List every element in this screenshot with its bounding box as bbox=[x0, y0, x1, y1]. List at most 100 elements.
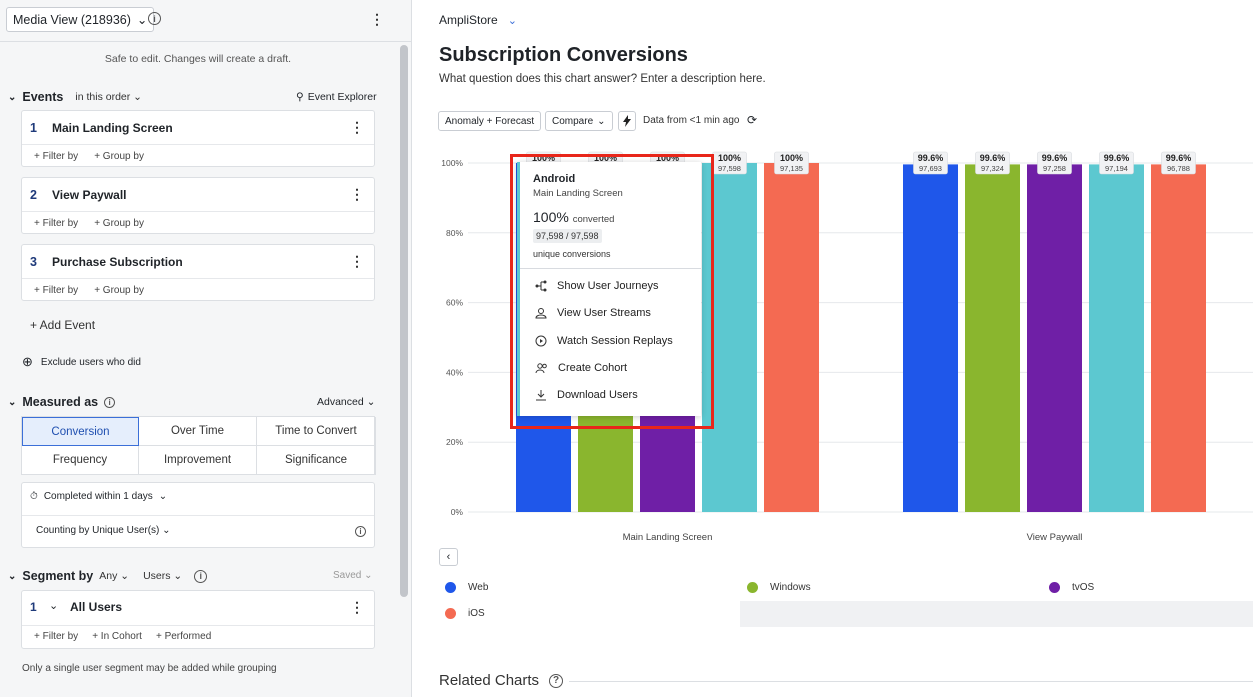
exclude-users-button[interactable]: ⊕ Exclude users who did bbox=[22, 354, 141, 370]
counting-selector[interactable]: Counting by Unique User(s) ⌄ bbox=[36, 525, 171, 536]
bar-ios-main-landing[interactable] bbox=[764, 163, 819, 512]
more-options-icon[interactable]: ⋮ bbox=[350, 186, 364, 203]
event-card[interactable]: 1 Main Landing Screen ⋮ + Filter by + Gr… bbox=[21, 110, 375, 167]
filter-by-button[interactable]: + Filter by bbox=[34, 151, 78, 162]
info-icon[interactable]: i bbox=[194, 569, 208, 583]
completed-within-selector[interactable]: ⏱ Completed within 1 days ⌄ bbox=[30, 491, 167, 502]
performed-button[interactable]: + Performed bbox=[156, 631, 211, 642]
add-event-button[interactable]: + Add Event bbox=[30, 318, 95, 332]
group-by-button[interactable]: + Group by bbox=[94, 151, 144, 162]
measure-improvement[interactable]: Improvement bbox=[139, 446, 257, 475]
measured-as-title: Measured as bbox=[22, 395, 99, 409]
info-icon[interactable]: i bbox=[148, 12, 161, 25]
segment-number: 1 bbox=[30, 600, 37, 614]
bar-android-view-paywall[interactable] bbox=[1089, 164, 1144, 512]
chevron-left-icon[interactable]: ‹ bbox=[439, 548, 458, 566]
chart-description[interactable]: What question does this chart answer? En… bbox=[439, 73, 766, 85]
legend-item-ios[interactable]: iOS bbox=[445, 608, 485, 619]
bar-windows-view-paywall[interactable] bbox=[965, 164, 1020, 512]
chevron-down-icon: ⌄ bbox=[136, 13, 148, 27]
event-name[interactable]: View Paywall bbox=[52, 188, 127, 202]
measure-time-to-convert[interactable]: Time to Convert bbox=[257, 417, 376, 446]
event-card[interactable]: 2 View Paywall ⋮ + Filter by + Group by bbox=[21, 177, 375, 234]
data-label-percent: 100% bbox=[718, 153, 741, 163]
legend-dot-windows bbox=[747, 582, 758, 593]
filter-by-button[interactable]: + Filter by bbox=[34, 218, 78, 229]
data-label-count: 97,598 bbox=[718, 164, 741, 173]
measure-conversion[interactable]: Conversion bbox=[22, 417, 139, 446]
scrollbar[interactable] bbox=[400, 45, 408, 597]
in-cohort-button[interactable]: + In Cohort bbox=[92, 631, 142, 642]
chart-title[interactable]: Subscription Conversions bbox=[439, 44, 688, 67]
project-selector[interactable]: AmpliStore ⌄ bbox=[439, 13, 517, 27]
data-label-count: 96,788 bbox=[1167, 164, 1190, 173]
filter-by-button[interactable]: + Filter by bbox=[34, 631, 78, 642]
order-selector[interactable]: in this order ⌄ bbox=[75, 91, 142, 103]
legend-label: tvOS bbox=[1072, 582, 1095, 593]
data-freshness: Data from <1 min ago bbox=[643, 115, 740, 126]
group-by-button[interactable]: + Group by bbox=[94, 218, 144, 229]
more-options-icon[interactable]: ⋮ bbox=[350, 599, 364, 616]
segment-name[interactable]: All Users bbox=[70, 600, 122, 614]
bar-ios-view-paywall[interactable] bbox=[1151, 164, 1206, 512]
more-options-icon[interactable]: ⋮ bbox=[350, 253, 364, 270]
help-icon[interactable]: ? bbox=[549, 673, 564, 688]
measure-significance[interactable]: Significance bbox=[257, 446, 376, 475]
x-tick-label: Main Landing Screen bbox=[623, 532, 713, 543]
events-title: Events bbox=[22, 90, 64, 104]
info-icon[interactable]: i bbox=[355, 526, 366, 537]
info-icon[interactable]: i bbox=[104, 396, 116, 408]
saved-selector[interactable]: Saved ⌄ bbox=[333, 570, 373, 581]
event-explorer-button[interactable]: ⚲ Event Explorer bbox=[296, 91, 377, 103]
event-explorer-label: Event Explorer bbox=[307, 91, 377, 103]
segment-note: Only a single user segment may be added … bbox=[22, 663, 277, 674]
y-tick-label: 60% bbox=[446, 298, 463, 308]
any-selector[interactable]: Any ⌄ bbox=[99, 570, 129, 582]
lightning-icon[interactable] bbox=[618, 111, 636, 131]
anomaly-forecast-button[interactable]: Anomaly + Forecast bbox=[438, 111, 542, 131]
chevron-down-icon: ⌄ bbox=[597, 115, 606, 127]
event-number: 2 bbox=[30, 188, 37, 202]
data-label-count: 97,258 bbox=[1043, 164, 1066, 173]
legend-label: iOS bbox=[468, 608, 485, 619]
data-label-percent: 99.6% bbox=[1104, 153, 1130, 163]
event-number: 3 bbox=[30, 255, 37, 269]
view-selector[interactable]: Media View (218936) ⌄ bbox=[6, 7, 155, 32]
chevron-down-icon[interactable]: ⌄ bbox=[49, 599, 58, 612]
measure-frequency[interactable]: Frequency bbox=[22, 446, 139, 475]
legend-label: Web bbox=[468, 582, 489, 593]
legend-item-tvos[interactable]: tvOS bbox=[1049, 582, 1094, 593]
legend-item-windows[interactable]: Windows bbox=[747, 582, 811, 593]
measure-over-time[interactable]: Over Time bbox=[139, 417, 257, 446]
segment-card[interactable]: 1 ⌄ All Users ⋮ + Filter by + In Cohort … bbox=[21, 590, 375, 649]
event-actions: + Filter by + Group by bbox=[22, 278, 374, 302]
event-name[interactable]: Main Landing Screen bbox=[52, 121, 173, 135]
more-options-icon[interactable]: ⋮ bbox=[370, 11, 384, 28]
legend-item-web[interactable]: Web bbox=[445, 582, 488, 593]
plus-circle-icon: ⊕ bbox=[22, 354, 33, 369]
related-charts-title: Related Charts bbox=[439, 672, 540, 689]
chevron-down-icon: ⌄ bbox=[507, 14, 517, 27]
filter-by-button[interactable]: + Filter by bbox=[34, 285, 78, 296]
bar-web-view-paywall[interactable] bbox=[903, 164, 958, 512]
view-selector-label: Media View (218936) bbox=[13, 12, 131, 27]
order-label: in this order bbox=[75, 91, 131, 103]
more-options-icon[interactable]: ⋮ bbox=[350, 119, 364, 136]
query-panel: Media View (218936) ⌄ i ⋮ Safe to edit. … bbox=[0, 0, 412, 697]
event-name[interactable]: Purchase Subscription bbox=[52, 255, 183, 269]
saved-label: Saved bbox=[333, 570, 362, 581]
bar-tvos-view-paywall[interactable] bbox=[1027, 164, 1082, 512]
compare-button[interactable]: Compare ⌄ bbox=[545, 111, 613, 131]
data-label-percent: 100% bbox=[780, 153, 803, 163]
event-card[interactable]: 3 Purchase Subscription ⋮ + Filter by + … bbox=[21, 244, 375, 301]
refresh-icon[interactable]: ⟳ bbox=[747, 113, 757, 127]
events-section-header[interactable]: ⌄ Events in this order ⌄ bbox=[8, 90, 142, 104]
segment-by-header[interactable]: ⌄ Segment by Any ⌄ Users ⌄ i bbox=[8, 569, 208, 583]
divider bbox=[569, 681, 1253, 682]
users-selector[interactable]: Users ⌄ bbox=[143, 570, 182, 582]
measured-as-header[interactable]: ⌄ Measured as i bbox=[8, 395, 116, 409]
group-by-button[interactable]: + Group by bbox=[94, 285, 144, 296]
segment-actions: + Filter by + In Cohort + Performed bbox=[22, 625, 374, 647]
advanced-label: Advanced bbox=[317, 396, 364, 408]
advanced-toggle[interactable]: Advanced ⌄ bbox=[317, 396, 375, 408]
